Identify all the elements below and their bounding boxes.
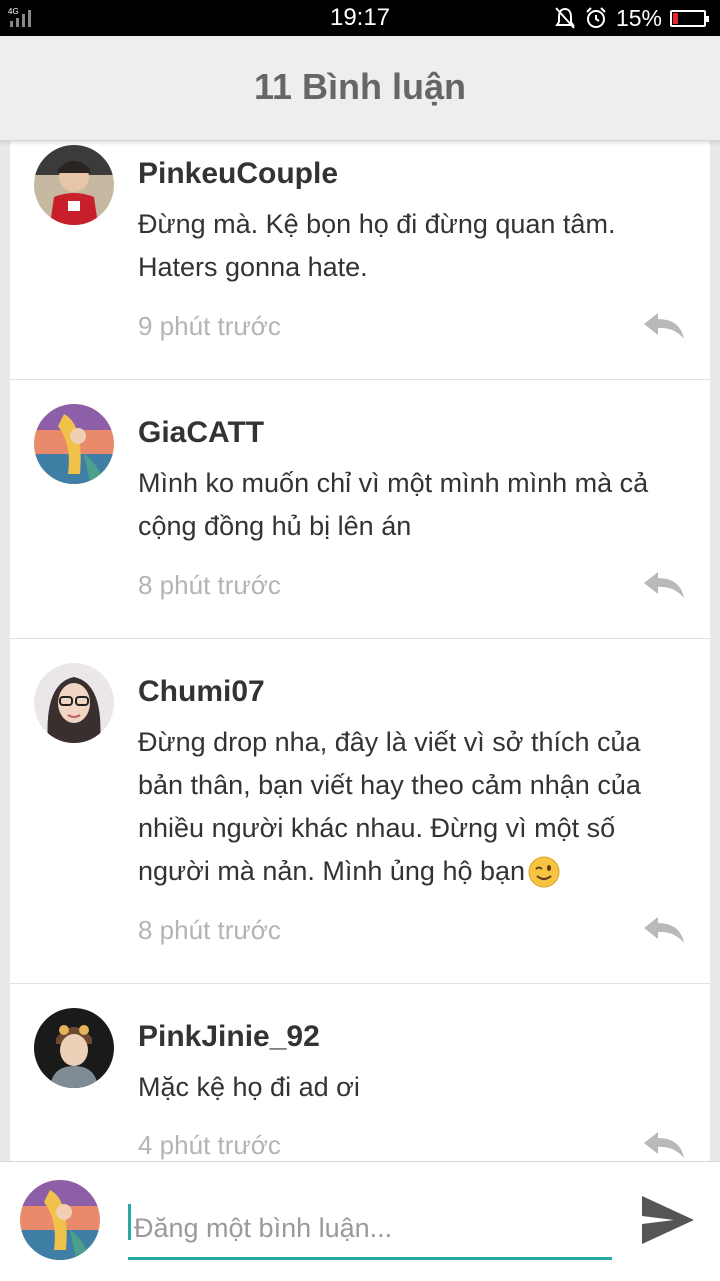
comment-time: 9 phút trước (138, 311, 281, 341)
battery-level (673, 12, 678, 24)
comment-time: 8 phút trước (138, 915, 281, 945)
header: 11 Bình luận (0, 36, 720, 141)
comment-text: Đừng drop nha, đây là viết vì sở thích c… (138, 721, 688, 893)
comment-list[interactable]: PinkeuCouple Đừng mà. Kệ bọn họ đi đừng … (10, 141, 710, 1161)
avatar[interactable] (34, 145, 114, 225)
comment-text-line: Mặc kệ họ đi ad ơi (138, 1072, 360, 1102)
comment-item: PinkeuCouple Đừng mà. Kệ bọn họ đi đừng … (10, 141, 710, 380)
comment-text: Đừng mà. Kệ bọn họ đi đừng quan tâm. Hat… (138, 203, 688, 289)
avatar[interactable] (34, 663, 114, 743)
comment-text-line: nhiều người khác nhau. Đừng vì một số (138, 813, 616, 843)
comment-item: GiaCATT Mình ko muốn chỉ vì một mình mìn… (10, 380, 710, 639)
comment-compose-bar (0, 1161, 720, 1281)
reply-icon[interactable] (642, 570, 686, 600)
alarm-clock-icon (586, 7, 606, 28)
comment-text-last-line: người mà nản. Mình ủng hộ bạn (138, 850, 688, 893)
status-right: 15% (554, 4, 709, 32)
avatar[interactable] (34, 404, 114, 484)
comment-time: 4 phút trước (138, 1130, 281, 1160)
avatar[interactable] (34, 1008, 114, 1088)
status-bar: 4G 19:17 15% (0, 0, 720, 36)
comment-input[interactable] (128, 1200, 612, 1260)
current-user-avatar[interactable] (20, 1180, 100, 1260)
reply-icon[interactable] (642, 311, 686, 341)
comment-text-line: cộng đồng hủ bị lên án (138, 511, 412, 541)
comment-text-line: Mình ko muốn chỉ vì một mình mình mà cả (138, 468, 649, 498)
comment-item: PinkJinie_92 Mặc kệ họ đi ad ơi 4 phút t… (10, 984, 710, 1161)
comment-time: 8 phút trước (138, 570, 281, 600)
bell-muted-icon (555, 7, 575, 29)
send-icon[interactable] (640, 1192, 696, 1248)
comment-text-line: bản thân, bạn viết hay theo cảm nhận của (138, 770, 641, 800)
comment-username[interactable]: Chumi07 (138, 675, 265, 709)
comment-text-line: Đừng drop nha, đây là viết vì sở thích c… (138, 727, 641, 757)
reply-icon[interactable] (642, 915, 686, 945)
comment-text-line: Đừng mà. Kệ bọn họ đi đừng quan tâm. (138, 209, 616, 239)
wink-emoji-icon (528, 856, 560, 887)
comment-text-line: người mà nản. Mình ủng hộ bạn (138, 856, 526, 886)
reply-icon[interactable] (642, 1130, 686, 1160)
comment-item: Chumi07 Đừng drop nha, đây là viết vì sở… (10, 639, 710, 984)
comment-text-line: Haters gonna hate. (138, 252, 368, 282)
comment-username[interactable]: GiaCATT (138, 416, 264, 450)
battery-percent: 15% (615, 4, 662, 31)
page-title: 11 Bình luận (253, 66, 467, 107)
comment-text: Mình ko muốn chỉ vì một mình mình mà cả … (138, 462, 688, 548)
battery-icon (670, 9, 709, 27)
comment-username[interactable]: PinkeuCouple (138, 157, 338, 191)
comment-text: Mặc kệ họ đi ad ơi (138, 1066, 688, 1109)
text-cursor (128, 1204, 131, 1240)
comment-username[interactable]: PinkJinie_92 (138, 1020, 320, 1054)
